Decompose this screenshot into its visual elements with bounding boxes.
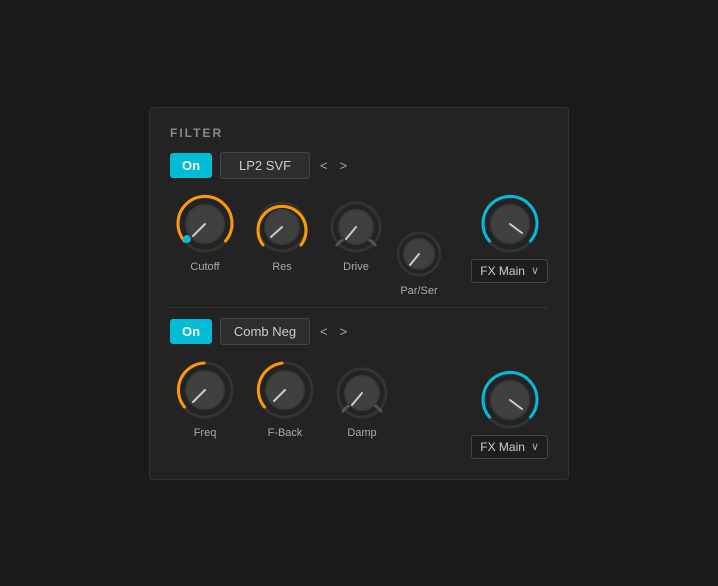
- filter2-fx-arrow: ∨: [531, 440, 539, 453]
- filter2-knobs: Freq F-Back: [174, 359, 390, 439]
- drive-knob-group: Drive: [328, 199, 384, 273]
- filter1-row: On LP2 SVF < >: [170, 152, 548, 179]
- section-title: FILTER: [170, 126, 548, 140]
- filter2-nav: < >: [316, 322, 351, 341]
- filter2-on-button[interactable]: On: [170, 319, 212, 344]
- filter1-knobs: Cutoff Res: [174, 193, 384, 273]
- drive-knob[interactable]: [328, 199, 384, 255]
- fback-label: F-Back: [268, 427, 303, 439]
- par-ser-label: Par/Ser: [400, 285, 437, 297]
- res-knob[interactable]: [254, 199, 310, 255]
- damp-label: Damp: [347, 427, 376, 439]
- filter1-on-button[interactable]: On: [170, 153, 212, 178]
- freq-label: Freq: [194, 427, 217, 439]
- fback-knob[interactable]: [254, 359, 316, 421]
- damp-knob-group: Damp: [334, 365, 390, 439]
- drive-label: Drive: [343, 261, 369, 273]
- cutoff-label: Cutoff: [190, 261, 219, 273]
- filter-panel: FILTER On LP2 SVF < >: [149, 107, 569, 480]
- res-label: Res: [272, 261, 292, 273]
- filter1-fx-label: FX Main: [480, 264, 525, 278]
- cutoff-knob-group: Cutoff: [174, 193, 236, 273]
- filter1-prev-button[interactable]: <: [316, 156, 332, 175]
- filter2-fx-label: FX Main: [480, 440, 525, 454]
- filter2-routing-knob[interactable]: [479, 369, 541, 431]
- filter1-routing-knob[interactable]: [479, 193, 541, 255]
- filter2-row: On Comb Neg < >: [170, 318, 548, 345]
- filter1-fx-arrow: ∨: [531, 264, 539, 277]
- par-ser-knob[interactable]: [394, 229, 444, 279]
- filter1-type: LP2 SVF: [220, 152, 310, 179]
- filter1-next-button[interactable]: >: [336, 156, 352, 175]
- fback-knob-group: F-Back: [254, 359, 316, 439]
- filter2-next-button[interactable]: >: [336, 322, 352, 341]
- filter2-routing: FX Main ∨: [471, 369, 548, 459]
- filter1-nav: < >: [316, 156, 351, 175]
- filter2-fx-dropdown[interactable]: FX Main ∨: [471, 435, 548, 459]
- freq-knob[interactable]: [174, 359, 236, 421]
- filter1-fx-dropdown[interactable]: FX Main ∨: [471, 259, 548, 283]
- freq-knob-group: Freq: [174, 359, 236, 439]
- filter2-type: Comb Neg: [220, 318, 310, 345]
- res-knob-group: Res: [254, 199, 310, 273]
- damp-knob[interactable]: [334, 365, 390, 421]
- divider: [170, 307, 548, 308]
- filter1-routing: FX Main ∨: [471, 193, 548, 283]
- cutoff-knob[interactable]: [174, 193, 236, 255]
- filter2-prev-button[interactable]: <: [316, 322, 332, 341]
